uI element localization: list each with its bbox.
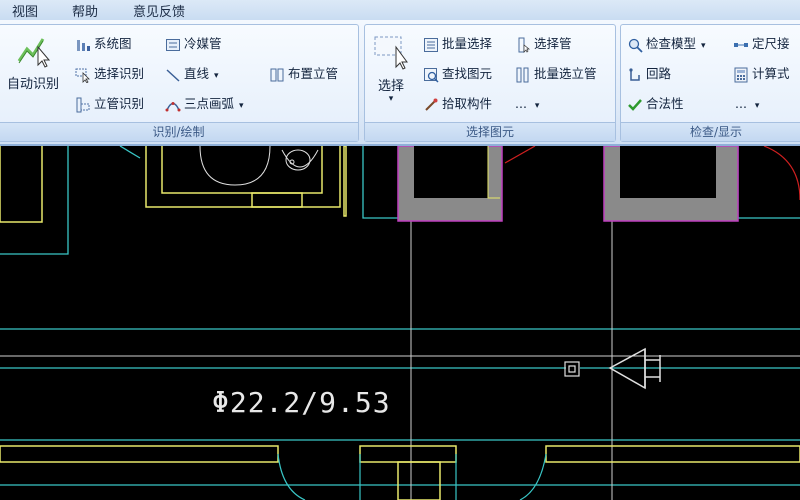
check-model-label: 检查模型 <box>646 36 697 51</box>
menu-bar: 视图 帮助 意见反馈 <box>0 0 800 21</box>
select-dropdown-icon[interactable]: ▾ <box>369 94 413 104</box>
system-diagram-icon <box>77 39 90 51</box>
validity-button[interactable]: 合法性 <box>627 94 684 114</box>
group3-more-label: ... <box>735 96 747 111</box>
find-element-button[interactable]: 查找图元 <box>423 64 492 84</box>
three-point-arc-label: 三点画弧 <box>184 96 235 111</box>
grid-lines-white <box>0 218 800 500</box>
place-riser-icon <box>270 68 284 81</box>
refrigerant-pipe-icon <box>166 38 180 51</box>
group1-label: 识别/绘制 <box>0 122 358 141</box>
line-dropdown-icon[interactable]: ▾ <box>214 71 219 81</box>
loop-label: 回路 <box>646 66 672 81</box>
door-arc-red <box>763 146 800 201</box>
room-outline-left <box>0 146 347 223</box>
dimension-icon <box>734 42 748 47</box>
select-icon <box>374 36 408 70</box>
calculator-icon <box>734 67 748 82</box>
group2-more-dropdown-icon[interactable]: ▾ <box>535 101 540 111</box>
line-icon <box>166 68 180 82</box>
auto-identify-icon <box>17 38 51 68</box>
group2-more-label: ... <box>515 96 527 111</box>
cad-canvas[interactable]: Φ22.2/9.53 <box>0 146 800 500</box>
check-model-button[interactable]: 检查模型 ▾ <box>627 34 706 54</box>
column-right <box>603 146 739 222</box>
select-identify-icon <box>75 68 90 83</box>
batch-select-riser-button[interactable]: 批量选立管 <box>515 64 597 84</box>
group-select-elements: 选择 ▾ 批量选择 选择管 查找图元 批量选立管 拾取构件 ... ▾ 选择图元 <box>364 24 616 142</box>
riser-identify-icon <box>76 97 90 112</box>
loop-icon <box>629 67 640 81</box>
check-model-dropdown-icon[interactable]: ▾ <box>701 41 706 51</box>
toilet-fixture <box>199 146 319 186</box>
three-point-arc-button[interactable]: 三点画弧 ▾ <box>165 94 244 114</box>
group-identify-draw: 自动识别 系统图 冷媒管 选择识别 直线 ▾ 布置立管 立管识别 三点画弧 ▾ 识别… <box>0 24 359 142</box>
select-pipe-label: 选择管 <box>534 36 572 51</box>
group2-label: 选择图元 <box>365 122 615 141</box>
find-element-label: 查找图元 <box>442 66 493 81</box>
group3-more-button[interactable]: ... ▾ <box>735 94 759 114</box>
place-riser-button[interactable]: 布置立管 <box>269 64 338 84</box>
menu-view[interactable]: 视图 <box>12 1 38 20</box>
group3-label: 检查/显示 <box>621 122 800 141</box>
bottom-walls <box>0 445 800 500</box>
calc-button[interactable]: 计算式 <box>733 64 790 84</box>
select-pipe-button[interactable]: 选择管 <box>515 34 572 54</box>
menu-help[interactable]: 帮助 <box>72 1 98 20</box>
group3-more-dropdown-icon[interactable]: ▾ <box>755 101 760 111</box>
select-pipe-icon <box>518 37 530 53</box>
door-arcs-cyan <box>277 453 547 500</box>
line-button[interactable]: 直线 ▾ <box>165 64 219 84</box>
auto-identify-label: 自动识别 <box>6 77 59 92</box>
pipe-size-label[interactable]: Φ22.2/9.53 <box>212 386 391 419</box>
batch-select-riser-icon <box>516 67 529 82</box>
arc-dropdown-icon[interactable]: ▾ <box>239 101 244 111</box>
find-element-icon <box>424 67 439 83</box>
select-identify-label: 选择识别 <box>94 66 145 81</box>
check-model-icon <box>628 38 643 53</box>
loop-button[interactable]: 回路 <box>627 64 671 84</box>
dimension-button[interactable]: 定尺接 <box>733 34 790 54</box>
select-label: 选择 <box>377 79 404 94</box>
riser-identify-label: 立管识别 <box>94 96 145 111</box>
select-button[interactable]: 选择 ▾ <box>369 33 413 104</box>
pick-component-button[interactable]: 拾取构件 <box>423 94 492 114</box>
system-diagram-button[interactable]: 系统图 <box>75 34 132 54</box>
arc-icon <box>165 101 181 111</box>
batch-select-riser-label: 批量选立管 <box>534 66 597 81</box>
batch-select-label: 批量选择 <box>442 36 493 51</box>
checkmark-icon <box>628 98 642 111</box>
group-check-display: 检查模型 ▾ 定尺接 回路 计算式 合法性 ... ▾ 检查/显示 <box>620 24 800 142</box>
calc-label: 计算式 <box>752 66 790 81</box>
pipe-fitting-small <box>564 361 580 377</box>
pick-component-label: 拾取构件 <box>442 96 493 111</box>
refrigerant-pipe-label: 冷媒管 <box>184 36 222 51</box>
group2-more-button[interactable]: ... ▾ <box>515 94 539 114</box>
red-line <box>504 146 536 164</box>
validity-label: 合法性 <box>646 96 684 111</box>
batch-select-button[interactable]: 批量选择 <box>423 34 492 54</box>
refrigerant-pipe-button[interactable]: 冷媒管 <box>165 34 222 54</box>
menu-feedback[interactable]: 意见反馈 <box>133 1 185 20</box>
place-riser-label: 布置立管 <box>288 66 339 81</box>
riser-identify-button[interactable]: 立管识别 <box>75 94 144 114</box>
dimension-label: 定尺接 <box>752 36 790 51</box>
batch-select-icon <box>424 37 438 52</box>
pick-component-icon <box>425 98 438 111</box>
line-label: 直线 <box>184 66 210 81</box>
ribbon: 自动识别 系统图 冷媒管 选择识别 直线 ▾ 布置立管 立管识别 三点画弧 ▾ 识别… <box>0 20 800 146</box>
column-left <box>397 146 503 222</box>
cad-drawing <box>0 146 800 500</box>
system-diagram-label: 系统图 <box>94 36 132 51</box>
auto-identify-button[interactable]: 自动识别 <box>1 33 65 92</box>
select-identify-button[interactable]: 选择识别 <box>75 64 144 84</box>
